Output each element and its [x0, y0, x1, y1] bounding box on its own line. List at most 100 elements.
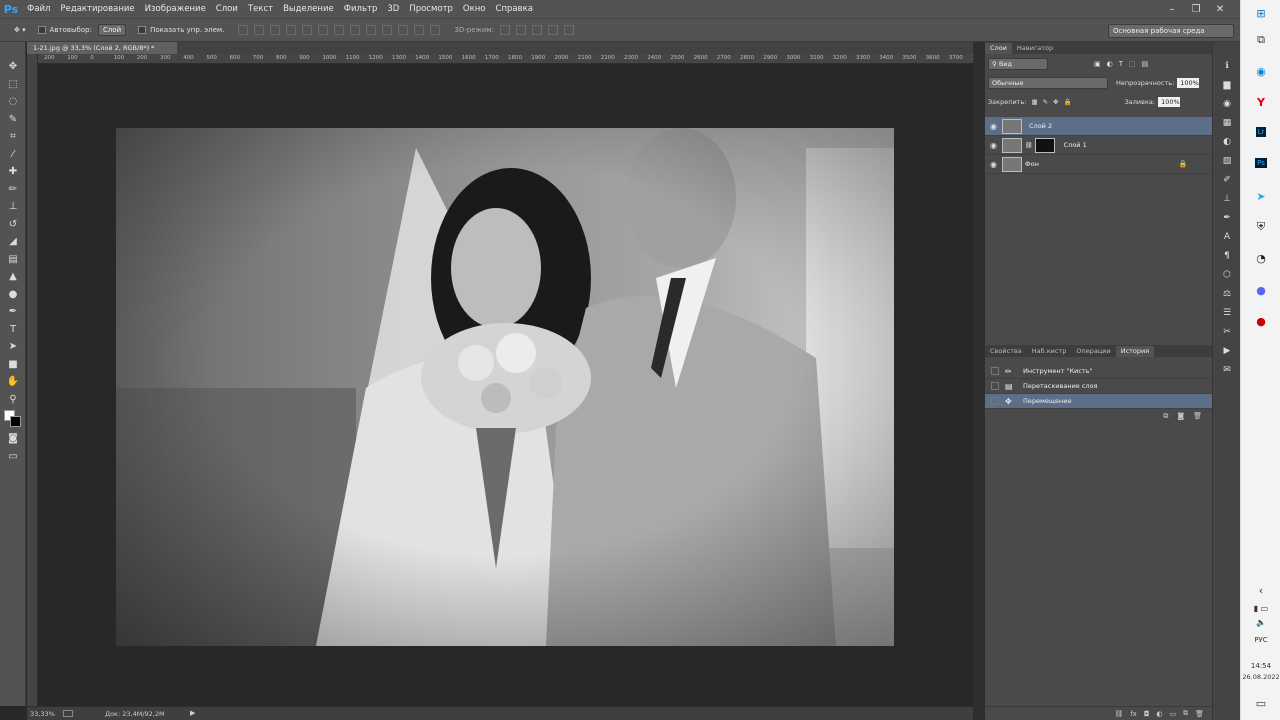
telegram-icon[interactable]: ➤	[1251, 186, 1271, 206]
roll-3d-icon[interactable]	[516, 25, 527, 35]
start-button-icon[interactable]: ⊞	[1251, 3, 1271, 23]
layer-filter-icons[interactable]: ▣◐T⬚▤	[1094, 60, 1154, 68]
history-source-checkbox[interactable]	[991, 397, 999, 405]
align-top-icon[interactable]	[238, 25, 249, 35]
gradient-tool-icon[interactable]: ▤	[0, 251, 26, 269]
histogram-panel-icon[interactable]: ▆	[1213, 75, 1241, 94]
minimize-button[interactable]: –	[1160, 0, 1184, 18]
align-vcenter-icon[interactable]	[254, 25, 265, 35]
clock-time[interactable]: 14:54	[1241, 662, 1280, 670]
distribute-top-icon[interactable]	[334, 25, 345, 35]
restore-button[interactable]: ❐	[1184, 0, 1208, 18]
status-export-icon[interactable]	[63, 710, 73, 717]
distribute-vcenter-icon[interactable]	[350, 25, 361, 35]
clock-date[interactable]: 26.08.2022	[1241, 673, 1280, 681]
screen-mode-icon[interactable]: ▭	[0, 448, 26, 466]
red-app-icon[interactable]: ●	[1251, 311, 1271, 331]
color-swatches[interactable]	[0, 408, 26, 430]
eyedropper-tool-icon[interactable]: ⁄	[0, 146, 26, 164]
autoselect-option[interactable]: Автовыбор:	[37, 26, 92, 34]
menu-filter[interactable]: Фильтр	[339, 0, 383, 18]
status-menu-arrow-icon[interactable]: ▶	[190, 709, 195, 717]
edge-browser-icon[interactable]: ◉	[1251, 61, 1271, 81]
pen-tool-icon[interactable]: ✒	[0, 303, 26, 321]
eraser-tool-icon[interactable]: ◢	[0, 233, 26, 251]
menu-window[interactable]: Окно	[458, 0, 491, 18]
notifications-icon[interactable]: ▭	[1251, 693, 1271, 713]
link-layers-icon[interactable]: ⛓	[1114, 710, 1123, 718]
close-button[interactable]: ✕	[1208, 0, 1232, 18]
info-panel-icon[interactable]: ℹ	[1213, 56, 1241, 75]
language-indicator[interactable]: РУС	[1241, 636, 1280, 644]
history-item[interactable]: ✏ Инструмент "Кисть"	[985, 364, 1212, 379]
clone-stamp-tool-icon[interactable]: ⊥	[0, 198, 26, 216]
lightroom-icon[interactable]: Lr	[1251, 122, 1271, 142]
menu-help[interactable]: Справка	[491, 0, 538, 18]
character-panel-icon[interactable]: A	[1213, 227, 1241, 246]
show-transform-option[interactable]: Показать упр. элем.	[138, 26, 224, 34]
tab-properties[interactable]: Свойства	[985, 346, 1027, 357]
layer-mask-thumbnail[interactable]	[1034, 137, 1055, 153]
visibility-eye-icon[interactable]: ◉	[985, 122, 1002, 131]
tab-navigator[interactable]: Навигатор	[1012, 43, 1058, 54]
add-mask-icon[interactable]: ◘	[1144, 710, 1150, 718]
brush-panel-icon[interactable]: ✐	[1213, 170, 1241, 189]
show-transform-checkbox[interactable]	[138, 26, 147, 34]
align-bottom-icon[interactable]	[270, 25, 281, 35]
shape-tool-icon[interactable]: ■	[0, 356, 26, 374]
crop-tool-icon[interactable]: ⌗	[0, 128, 26, 146]
brush-tool-icon[interactable]: ✏	[0, 181, 26, 199]
shield-app-icon[interactable]: ⛨	[1251, 217, 1271, 237]
tool-presets-panel-icon[interactable]: ✂	[1213, 322, 1241, 341]
menu-view[interactable]: Просмотр	[404, 0, 458, 18]
notes-panel-icon[interactable]: ✉	[1213, 360, 1241, 379]
3d-panel-icon[interactable]: ⬡	[1213, 265, 1241, 284]
menu-image[interactable]: Изображение	[140, 0, 211, 18]
new-document-from-state-icon[interactable]: ⧉	[1163, 412, 1168, 421]
layer-item[interactable]: ◉ Слой 2	[985, 117, 1212, 136]
new-group-icon[interactable]: ▭	[1169, 710, 1176, 718]
background-color-swatch[interactable]	[10, 416, 21, 427]
move-tool-icon[interactable]: ✥	[0, 58, 26, 76]
tab-brush-presets[interactable]: Наб.кистр	[1027, 346, 1072, 357]
document-tab[interactable]: 1-21.jpg @ 33,3% (Слой 2, RGB/8*) *	[27, 42, 177, 54]
align-left-icon[interactable]	[286, 25, 297, 35]
paths-panel-icon[interactable]: ✒	[1213, 208, 1241, 227]
volume-icon[interactable]: 🔈	[1251, 612, 1271, 632]
yandex-browser-icon[interactable]: Y	[1251, 92, 1271, 112]
menu-3d[interactable]: 3D	[382, 0, 404, 18]
autoselect-dropdown[interactable]: Слой	[97, 24, 127, 36]
layer-style-icon[interactable]: fx	[1130, 710, 1137, 718]
layer-item[interactable]: ◉ Фон 🔒	[985, 155, 1212, 174]
history-brush-tool-icon[interactable]: ↺	[0, 216, 26, 234]
delete-state-icon[interactable]: 🗑	[1193, 412, 1202, 421]
marquee-tool-icon[interactable]: ⬚	[0, 76, 26, 94]
timeline-panel-icon[interactable]: ▶	[1213, 341, 1241, 360]
slide-3d-icon[interactable]	[548, 25, 559, 35]
menu-text[interactable]: Текст	[243, 0, 278, 18]
distribute-right-icon[interactable]	[414, 25, 425, 35]
visibility-eye-icon[interactable]: ◉	[985, 141, 1002, 150]
layer-item[interactable]: ◉ ⛓ Слой 1	[985, 136, 1212, 155]
dodge-tool-icon[interactable]: ●	[0, 286, 26, 304]
distribute-left-icon[interactable]	[382, 25, 393, 35]
tab-history[interactable]: История	[1115, 346, 1155, 357]
discord-icon[interactable]: ●	[1251, 280, 1271, 300]
move-tool-preset-icon[interactable]: ✥ ▾	[14, 26, 26, 34]
color-panel-icon[interactable]: ◉	[1213, 94, 1241, 113]
clone-source-panel-icon[interactable]: ⊥	[1213, 189, 1241, 208]
menu-select[interactable]: Выделение	[278, 0, 339, 18]
adjustment-layer-icon[interactable]: ◐	[1156, 710, 1162, 718]
styles-panel-icon[interactable]: ▧	[1213, 151, 1241, 170]
opacity-input[interactable]: 100%	[1177, 77, 1200, 88]
photoshop-taskbar-icon[interactable]: Ps	[1251, 153, 1271, 173]
scale-3d-icon[interactable]	[564, 25, 575, 35]
auto-align-icon[interactable]	[430, 25, 441, 35]
path-select-tool-icon[interactable]: ➤	[0, 338, 26, 356]
hand-tool-icon[interactable]: ✋	[0, 373, 26, 391]
menu-layers[interactable]: Слои	[211, 0, 243, 18]
history-source-checkbox[interactable]	[991, 367, 999, 375]
drag-3d-icon[interactable]	[532, 25, 543, 35]
wedding-photo-canvas[interactable]	[116, 128, 894, 646]
history-item[interactable]: ✥ Перемещение	[985, 394, 1212, 409]
